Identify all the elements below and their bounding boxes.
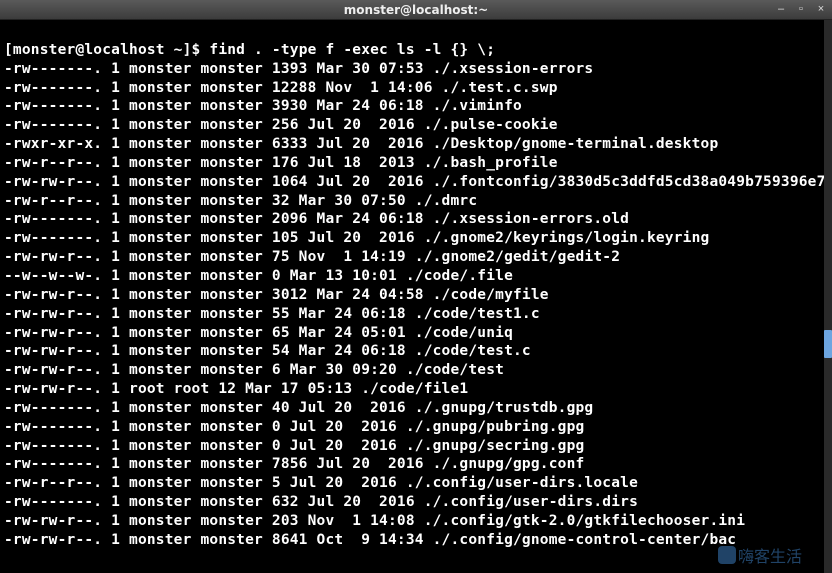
title-bar: monster@localhost:~ – ▫ × [0,0,832,20]
window-title: monster@localhost:~ [344,3,488,17]
scrollbar-thumb[interactable] [824,330,832,358]
terminal-output: -rw-------. 1 monster monster 1393 Mar 3… [4,60,828,550]
prompt: [monster@localhost ~]$ [4,42,209,58]
maximize-button[interactable]: ▫ [794,2,808,16]
watermark-icon [718,546,736,564]
watermark: 嗨客生活 [718,543,802,567]
scrollbar-track[interactable] [824,20,832,573]
watermark-text: 嗨客生活 [738,543,802,567]
command: find . -type f -exec ls -l {} \; [209,42,495,58]
close-button[interactable]: × [814,2,828,16]
minimize-button[interactable]: – [774,2,788,16]
prompt-line: [monster@localhost ~]$ find . -type f -e… [4,42,495,58]
window-controls: – ▫ × [774,2,828,16]
terminal-body[interactable]: [monster@localhost ~]$ find . -type f -e… [0,20,832,570]
